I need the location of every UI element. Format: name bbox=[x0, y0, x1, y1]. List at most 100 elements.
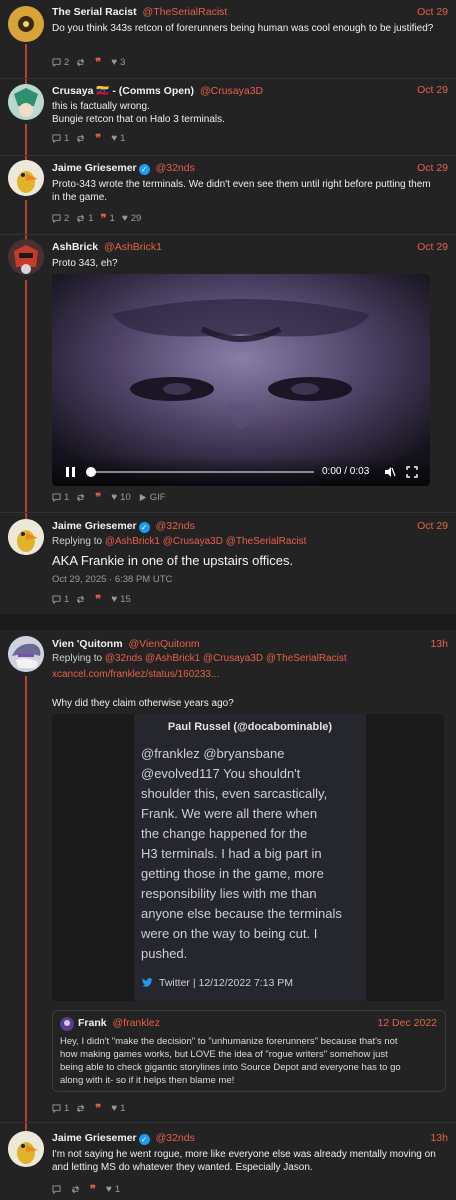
tweet-3[interactable]: Jaime Griesemer ✓ @32nds Oct 29 Proto-343… bbox=[0, 156, 456, 234]
retweet-button[interactable] bbox=[76, 134, 88, 143]
tweet-date[interactable]: Oct 29 bbox=[417, 162, 448, 174]
tweet-text: AKA Frankie in one of the upstairs offic… bbox=[52, 553, 294, 568]
tweet-text: I'm not saying he went rogue, more like … bbox=[52, 1149, 436, 1173]
heart-icon: ♥ bbox=[111, 132, 118, 144]
tweet-timestamp[interactable]: Oct 29, 2025 · 6:38 PM UTC bbox=[52, 574, 172, 585]
reply-icon bbox=[52, 594, 61, 604]
retweet-button[interactable] bbox=[76, 595, 88, 604]
avatar[interactable] bbox=[8, 519, 44, 555]
gif-video-player[interactable]: 0:00 / 0:03 bbox=[52, 274, 430, 486]
quote-button[interactable]: ❞ bbox=[95, 133, 104, 144]
tweet-date[interactable]: 13h bbox=[430, 1132, 448, 1144]
quote-button[interactable]: ❞ bbox=[95, 57, 104, 68]
gif-badge: GIF bbox=[138, 492, 166, 503]
replying-to-handles[interactable]: @AshBrick1 @Crusaya3D @TheSerialRacist bbox=[105, 536, 307, 547]
tweet-text: Proto-343 wrote the terminals. We didn't… bbox=[52, 179, 431, 203]
author-handle[interactable]: @AshBrick1 bbox=[104, 241, 162, 253]
author-handle[interactable]: @32nds bbox=[156, 520, 195, 532]
tweet-date[interactable]: Oct 29 bbox=[417, 520, 448, 532]
retweet-button[interactable] bbox=[76, 1104, 88, 1113]
author-handle[interactable]: @Crusaya3D bbox=[200, 85, 263, 97]
author-name[interactable]: Vien 'Quitonm bbox=[52, 638, 123, 650]
author-handle[interactable]: @32nds bbox=[156, 1132, 195, 1144]
like-button[interactable]: ♥ 1 bbox=[111, 1103, 125, 1114]
avatar[interactable] bbox=[8, 6, 44, 42]
tweet-date[interactable]: Oct 29 bbox=[417, 6, 448, 18]
quoted-author-name[interactable]: Frank bbox=[78, 1017, 107, 1029]
like-button[interactable]: ♥ 15 bbox=[111, 594, 131, 605]
quote-button[interactable]: ❞ bbox=[95, 594, 104, 605]
retweet-button[interactable] bbox=[71, 1185, 83, 1194]
author-name[interactable]: Crusaya 🇻🇪 - (Comms Open) bbox=[52, 85, 194, 97]
attached-image[interactable]: Paul Russel (@docabominable) @franklez @… bbox=[52, 714, 444, 1001]
reply-button[interactable]: 1 bbox=[52, 594, 69, 605]
screenshot-line: getting those in the game, more bbox=[141, 866, 324, 881]
reply-button[interactable]: 2 bbox=[52, 57, 69, 68]
author-handle[interactable]: @TheSerialRacist bbox=[143, 6, 228, 18]
reply-button[interactable]: 1 bbox=[52, 133, 69, 144]
reply-icon bbox=[52, 1103, 61, 1113]
reply-icon bbox=[52, 213, 61, 223]
tweet-link[interactable]: xcancel.com/franklez/status/160233... bbox=[52, 669, 219, 680]
quote-button[interactable]: ❞ 1 bbox=[101, 213, 115, 224]
retweet-button[interactable] bbox=[76, 58, 88, 67]
pause-icon[interactable] bbox=[66, 467, 75, 477]
replying-to-handles[interactable]: @32nds @AshBrick1 @Crusaya3D @TheSerialR… bbox=[105, 653, 347, 664]
quoted-date[interactable]: 12 Dec 2022 bbox=[377, 1017, 437, 1029]
quote-button[interactable]: ❞ bbox=[95, 1103, 104, 1114]
author-name[interactable]: The Serial Racist bbox=[52, 6, 137, 18]
verified-badge-icon: ✓ bbox=[138, 164, 150, 175]
quoted-avatar bbox=[60, 1017, 74, 1031]
tweet-5[interactable]: Jaime Griesemer ✓ @32nds Oct 29 Replying … bbox=[0, 513, 456, 613]
tweet-date[interactable]: 13h bbox=[430, 638, 448, 650]
quoted-text-line: Hey, I didn't "make the decision" to "un… bbox=[60, 1036, 398, 1047]
avatar[interactable] bbox=[8, 1131, 44, 1167]
mute-icon[interactable] bbox=[384, 466, 396, 478]
quoted-text-line: along with it- so if it helps then blame… bbox=[60, 1075, 235, 1086]
like-button[interactable]: ♥ 10 bbox=[111, 492, 131, 503]
tweet-date[interactable]: Oct 29 bbox=[417, 241, 448, 253]
quoted-tweet[interactable]: Frank @franklez 12 Dec 2022 Hey, I didn'… bbox=[52, 1010, 446, 1092]
tweet-text-line: Bungie retcon that on Halo 3 terminals. bbox=[52, 114, 225, 125]
tweet-actions: 1 ❞ ♥ 1 bbox=[52, 132, 125, 144]
like-count: 15 bbox=[120, 593, 131, 605]
like-button[interactable]: ♥ 3 bbox=[111, 57, 125, 68]
avatar[interactable] bbox=[8, 636, 44, 672]
tweet-text: Proto 343, eh? bbox=[52, 258, 118, 269]
tweet-text-line: this is factually wrong. bbox=[52, 101, 150, 112]
reply-button[interactable]: 2 bbox=[52, 213, 69, 224]
author-name[interactable]: Jaime Griesemer bbox=[52, 520, 137, 532]
like-button[interactable]: ♥ 1 bbox=[111, 133, 125, 144]
author-handle[interactable]: @VienQuitonm bbox=[128, 638, 199, 650]
avatar[interactable] bbox=[8, 160, 44, 196]
like-button[interactable]: ♥ 1 bbox=[106, 1184, 120, 1195]
like-count: 3 bbox=[120, 56, 126, 68]
quote-button[interactable]: ❞ bbox=[95, 492, 104, 503]
video-progress-track[interactable] bbox=[86, 467, 314, 477]
tweet-2[interactable]: Crusaya 🇻🇪 - (Comms Open) @Crusaya3D Oct… bbox=[0, 79, 456, 155]
quote-button[interactable]: ❞ bbox=[90, 1184, 99, 1195]
fullscreen-icon[interactable] bbox=[406, 466, 418, 478]
tweet-actions: 2 1 ❞ 1 ♥ 29 bbox=[52, 212, 141, 224]
avatar[interactable] bbox=[8, 239, 44, 275]
author-handle[interactable]: @32nds bbox=[156, 162, 195, 174]
retweet-button[interactable] bbox=[76, 493, 88, 502]
author-name[interactable]: Jaime Griesemer bbox=[52, 1132, 137, 1144]
retweet-button[interactable]: 1 bbox=[76, 213, 94, 224]
author-name[interactable]: AshBrick bbox=[52, 241, 98, 253]
tweet-7[interactable]: Jaime Griesemer ✓ @32nds 13h I'm not sayi… bbox=[0, 1123, 456, 1200]
reply-button[interactable]: 1 bbox=[52, 1103, 69, 1114]
tweet-6[interactable]: Vien 'Quitonm @VienQuitonm 13h Replying … bbox=[0, 630, 456, 1120]
reply-button[interactable]: 1 bbox=[52, 492, 69, 503]
tweet-1[interactable]: The Serial Racist @TheSerialRacist Oct 2… bbox=[0, 0, 456, 78]
tweet-date[interactable]: Oct 29 bbox=[417, 84, 448, 96]
like-button[interactable]: ♥ 29 bbox=[122, 213, 142, 224]
video-progress-thumb[interactable] bbox=[86, 467, 96, 477]
avatar[interactable] bbox=[8, 84, 44, 120]
reply-button[interactable] bbox=[52, 1184, 64, 1194]
video-time: 0:00 / 0:03 bbox=[322, 466, 370, 477]
quoted-author-handle[interactable]: @franklez bbox=[113, 1017, 160, 1029]
tweet-4[interactable]: AshBrick @AshBrick1 Oct 29 Proto 343, eh… bbox=[0, 235, 456, 512]
screenshot-body: @franklez @bryansbane @evolved117 You sh… bbox=[141, 744, 342, 964]
author-name[interactable]: Jaime Griesemer bbox=[52, 162, 137, 174]
